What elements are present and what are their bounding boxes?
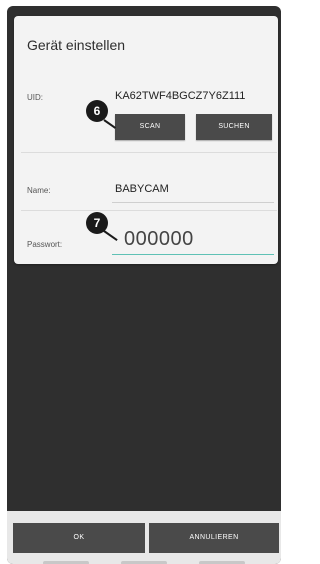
phone-screen: Gerät einstellen UID: KA62TWF4BGCZ7Y6Z11… (7, 6, 281, 564)
name-label: Name: (27, 186, 51, 195)
name-field-underline (112, 202, 274, 203)
search-button[interactable]: SUCHEN (196, 114, 272, 140)
callout-arrow (103, 230, 118, 241)
uid-label: UID: (27, 93, 43, 102)
device-setup-dialog: Gerät einstellen UID: KA62TWF4BGCZ7Y6Z11… (14, 16, 278, 264)
password-label: Passwort: (27, 240, 63, 249)
name-field[interactable]: BABYCAM (115, 183, 169, 195)
divider (21, 210, 277, 211)
uid-value[interactable]: KA62TWF4BGCZ7Y6Z111 (115, 90, 245, 102)
cancel-button[interactable]: ANNULIEREN (149, 523, 279, 553)
divider (21, 152, 277, 153)
ok-button[interactable]: OK (13, 523, 145, 553)
dialog-title: Gerät einstellen (27, 37, 126, 53)
scan-button[interactable]: SCAN (115, 114, 185, 140)
password-field[interactable]: 000000 (124, 228, 194, 251)
password-field-underline (112, 254, 274, 255)
dialog-footer: OK ANNULIEREN (7, 511, 281, 564)
